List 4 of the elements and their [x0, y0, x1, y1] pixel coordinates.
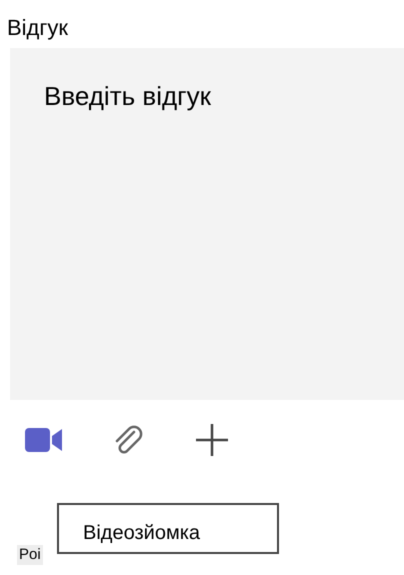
tooltip: Відеозйомка	[57, 503, 279, 554]
feedback-field[interactable]: Введіть відгук	[10, 48, 404, 400]
field-label: Відгук	[7, 15, 68, 41]
section-label: Poi	[17, 545, 43, 565]
